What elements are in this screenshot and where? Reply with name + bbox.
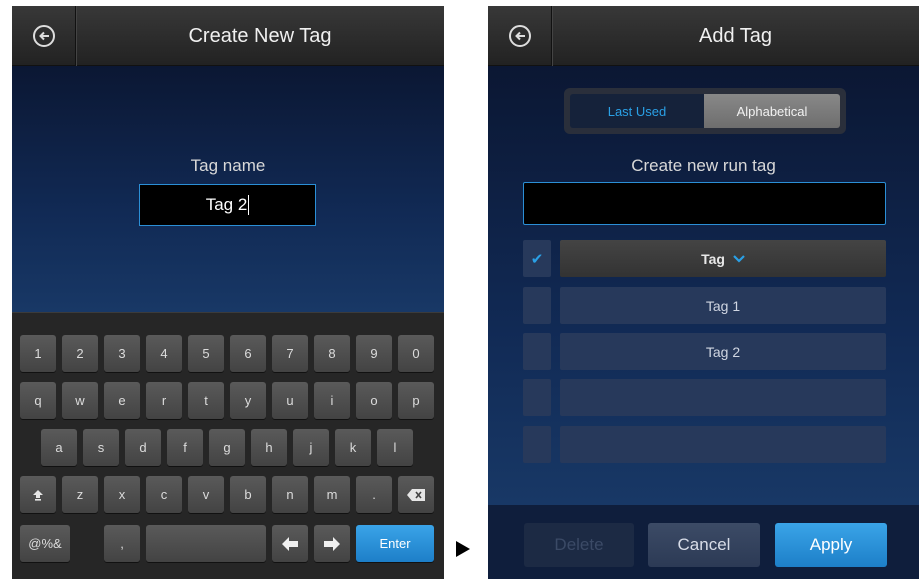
checkbox-header[interactable]: ✔ [523, 240, 551, 277]
delete-button[interactable]: Delete [524, 523, 634, 567]
key[interactable]: p [398, 382, 434, 419]
page-title: Add Tag [698, 25, 773, 47]
key[interactable]: w [62, 382, 98, 419]
top-bar: Add Tag [488, 6, 919, 66]
shift-key[interactable] [20, 476, 56, 513]
key[interactable]: e [104, 382, 140, 419]
back-button[interactable] [488, 6, 552, 66]
key[interactable]: a [41, 429, 77, 466]
list-item[interactable]: Tag 2 [560, 333, 886, 370]
key[interactable]: c [146, 476, 182, 513]
key[interactable]: 7 [272, 335, 308, 372]
checkbox[interactable] [523, 287, 551, 324]
key[interactable]: i [314, 382, 350, 419]
cancel-button[interactable]: Cancel [648, 523, 760, 567]
create-run-tag-input[interactable] [523, 182, 886, 225]
key[interactable]: f [167, 429, 203, 466]
tag-name-input[interactable]: Tag 2 [139, 184, 316, 226]
key[interactable]: 4 [146, 335, 182, 372]
right-arrow-icon [324, 536, 340, 551]
key[interactable]: 3 [104, 335, 140, 372]
key[interactable]: t [188, 382, 224, 419]
back-arrow-icon [508, 25, 531, 47]
create-new-tag-screen: Create New Tag Tag name Tag 2 1 2 3 4 5 … [12, 6, 444, 579]
key[interactable]: 0 [398, 335, 434, 372]
sort-segmented-control: Last Used Alphabetical [564, 88, 846, 134]
left-arrow-icon [282, 536, 298, 551]
key[interactable]: 2 [62, 335, 98, 372]
apply-button[interactable]: Apply [775, 523, 887, 567]
symbols-key[interactable]: @%& [20, 525, 70, 562]
list-item[interactable] [560, 379, 886, 416]
key[interactable]: q [20, 382, 56, 419]
key[interactable]: g [209, 429, 245, 466]
tag-list-header[interactable]: Tag [560, 240, 886, 277]
checkbox[interactable] [523, 333, 551, 370]
add-tag-screen: Add Tag Last Used Alphabetical Create ne… [488, 6, 919, 579]
key[interactable]: j [293, 429, 329, 466]
key[interactable]: v [188, 476, 224, 513]
on-screen-keyboard: 1 2 3 4 5 6 7 8 9 0 q w e r t y u i o p … [12, 312, 444, 579]
space-key[interactable] [146, 525, 266, 562]
backspace-key[interactable] [398, 476, 434, 513]
tag-name-value: Tag 2 [205, 195, 248, 214]
key[interactable]: n [272, 476, 308, 513]
key[interactable]: r [146, 382, 182, 419]
tag-name-label: Tag name [190, 156, 266, 175]
checkbox[interactable] [523, 379, 551, 416]
page-title: Create New Tag [188, 25, 332, 47]
top-bar: Create New Tag [12, 6, 444, 66]
back-arrow-icon [32, 25, 55, 47]
shift-icon [33, 489, 43, 501]
key[interactable]: 9 [356, 335, 392, 372]
key[interactable]: 8 [314, 335, 350, 372]
tab-last-used[interactable]: Last Used [570, 94, 704, 128]
checkmark-icon: ✔ [530, 250, 544, 268]
right-arrow-key[interactable] [314, 525, 350, 562]
key[interactable]: . [356, 476, 392, 513]
key[interactable]: 6 [230, 335, 266, 372]
enter-key[interactable]: Enter [356, 525, 434, 562]
checkbox[interactable] [523, 426, 551, 463]
key[interactable]: 1 [20, 335, 56, 372]
list-item[interactable] [560, 426, 886, 463]
text-caret [248, 195, 250, 215]
key[interactable]: z [62, 476, 98, 513]
key[interactable]: x [104, 476, 140, 513]
key[interactable]: b [230, 476, 266, 513]
key[interactable]: y [230, 382, 266, 419]
key[interactable]: h [251, 429, 287, 466]
left-arrow-key[interactable] [272, 525, 308, 562]
chevron-down-icon [733, 254, 745, 263]
key[interactable]: s [83, 429, 119, 466]
key[interactable]: u [272, 382, 308, 419]
key[interactable]: l [377, 429, 413, 466]
backspace-icon [407, 488, 425, 501]
key[interactable]: 5 [188, 335, 224, 372]
key[interactable]: m [314, 476, 350, 513]
list-item[interactable]: Tag 1 [560, 287, 886, 324]
list-header-label: Tag [701, 250, 725, 267]
bottom-action-bar: Delete Cancel Apply [488, 505, 919, 579]
key[interactable]: k [335, 429, 371, 466]
key[interactable]: o [356, 382, 392, 419]
back-button[interactable] [12, 6, 76, 66]
key[interactable]: d [125, 429, 161, 466]
create-run-tag-label: Create new run tag [631, 156, 776, 175]
comma-key[interactable]: , [104, 525, 140, 562]
tab-alphabetical[interactable]: Alphabetical [704, 94, 840, 128]
play-triangle-icon [456, 541, 470, 557]
